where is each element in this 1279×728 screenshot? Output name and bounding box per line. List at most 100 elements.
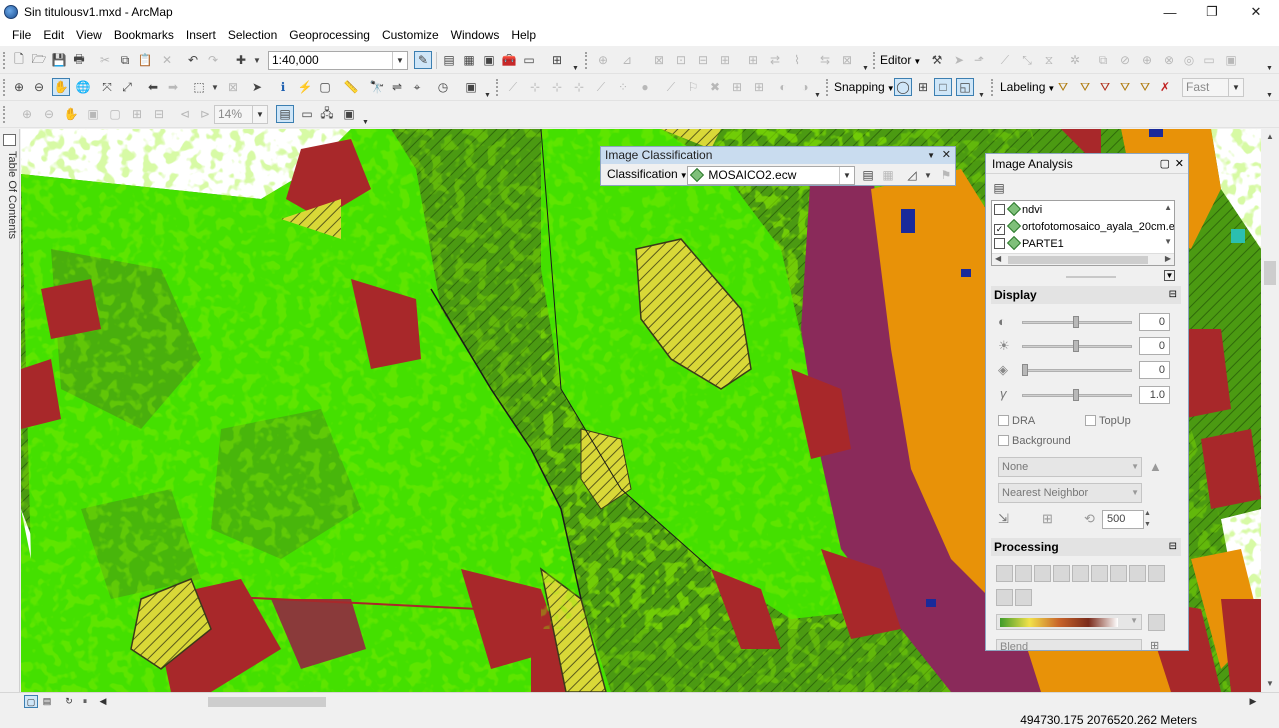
- copy-icon[interactable]: ⧉: [116, 51, 134, 69]
- collapse-section-icon[interactable]: ⊟: [1169, 538, 1177, 556]
- stretch-combo[interactable]: None ▼: [998, 457, 1142, 477]
- label-priority-icon[interactable]: ⛛: [1076, 78, 1094, 96]
- colormap-icon[interactable]: [1148, 614, 1165, 631]
- network-edge-icon[interactable]: ⟋: [662, 78, 680, 96]
- collapse-icon[interactable]: ▼: [1164, 270, 1175, 281]
- globe-nav-icon[interactable]: ◐: [774, 78, 792, 96]
- toolbar-grip[interactable]: [3, 79, 6, 96]
- classification-layer-combo[interactable]: MOSAICO2.ecw ▼: [687, 166, 855, 185]
- georef-sphere-icon[interactable]: ●: [636, 78, 654, 96]
- list-scroll-left-icon[interactable]: ◀: [995, 254, 1001, 263]
- model-builder-icon[interactable]: ⊞: [548, 51, 566, 69]
- pan-hand-icon[interactable]: ✋: [52, 78, 70, 96]
- scroll-right-icon[interactable]: ▶: [1246, 695, 1260, 708]
- list-item[interactable]: PARTE1: [994, 236, 1174, 253]
- layout-zoom-in-icon[interactable]: ⊕: [18, 105, 36, 123]
- fixed-zoom-in-layout-icon[interactable]: ⊞: [128, 105, 146, 123]
- zoom-out-icon[interactable]: ⊖: [30, 78, 48, 96]
- georef-line-icon[interactable]: ⟋: [504, 78, 522, 96]
- menu-insert[interactable]: Insert: [180, 24, 222, 46]
- menu-bookmarks[interactable]: Bookmarks: [108, 24, 180, 46]
- table-of-contents-icon[interactable]: [3, 134, 16, 146]
- clip-icon[interactable]: [996, 565, 1013, 582]
- list-scroll-thumb[interactable]: [1008, 256, 1148, 264]
- go-forward-icon[interactable]: ➡: [164, 78, 182, 96]
- topology-error-icon[interactable]: ⊞: [716, 51, 734, 69]
- pause-labeling-icon[interactable]: ⛛: [1136, 78, 1154, 96]
- menu-selection[interactable]: Selection: [222, 24, 283, 46]
- transparency-slider-thumb[interactable]: [1022, 364, 1028, 376]
- menu-file[interactable]: File: [6, 24, 37, 46]
- zoom-100-icon[interactable]: ▢: [106, 105, 124, 123]
- layout-back-icon[interactable]: ⊲: [176, 105, 194, 123]
- list-scroll-up-icon[interactable]: ▲: [1164, 203, 1172, 212]
- restore-button[interactable]: ❐: [1189, 0, 1235, 24]
- cut-polygons-icon[interactable]: ✲: [1066, 51, 1084, 69]
- clear-selection-icon[interactable]: ⊠: [224, 78, 242, 96]
- spinner-down-icon[interactable]: ▼: [1144, 520, 1151, 530]
- topology-tool-icon[interactable]: ⊠: [650, 51, 668, 69]
- attributes-icon[interactable]: ⊕: [1138, 51, 1156, 69]
- spinner-up-icon[interactable]: ▲: [1144, 509, 1151, 519]
- image-classification-title-bar[interactable]: Image Classification ▼ ✕: [601, 147, 955, 164]
- georef-link-icon[interactable]: ⊹: [570, 78, 588, 96]
- shaded-relief-icon[interactable]: [1129, 565, 1146, 582]
- map-vertical-scrollbar[interactable]: ▲ ▼: [1261, 129, 1279, 692]
- transparency-slider[interactable]: [1022, 369, 1132, 372]
- globe-fly-icon[interactable]: ◑: [796, 78, 814, 96]
- contrast-value[interactable]: 0: [1139, 313, 1170, 331]
- edge-snapping-icon[interactable]: ◱: [956, 78, 974, 96]
- toolbar-grip[interactable]: [826, 79, 829, 96]
- layout-view-icon[interactable]: ▤: [40, 695, 54, 708]
- go-to-xy-icon[interactable]: ⌖: [408, 78, 426, 96]
- straight-segment-icon[interactable]: ⬏: [970, 51, 988, 69]
- focus-data-frame-icon[interactable]: ▭: [298, 105, 316, 123]
- pan-sharpen-icon[interactable]: [1015, 589, 1032, 606]
- split-icon[interactable]: ⧉: [1094, 51, 1112, 69]
- list-horizontal-scrollbar[interactable]: ◀ ▶: [992, 253, 1174, 265]
- data-view-icon[interactable]: ▢: [24, 695, 38, 708]
- fixed-zoom-out-layout-icon[interactable]: ⊟: [150, 105, 168, 123]
- toolbar-overflow-icon[interactable]: ▼: [484, 92, 492, 100]
- network-flag-icon[interactable]: ⚐: [684, 78, 702, 96]
- georef-edit-icon[interactable]: ⟋: [592, 78, 610, 96]
- menu-edit[interactable]: Edit: [37, 24, 70, 46]
- training-sample-manager-icon[interactable]: ▤: [859, 166, 877, 184]
- create-features-icon[interactable]: ◎: [1180, 51, 1198, 69]
- blend-combo[interactable]: Blend: [996, 639, 1142, 650]
- mask-icon[interactable]: [1015, 565, 1032, 582]
- change-layout-icon[interactable]: 🖧: [318, 105, 336, 123]
- histogram-icon[interactable]: ▲: [1149, 459, 1162, 474]
- flicker-rate-icon[interactable]: ⟲: [1084, 511, 1095, 527]
- resampling-combo[interactable]: Nearest Neighbor ▼: [998, 483, 1142, 503]
- hyperlink-icon[interactable]: ⚡: [296, 78, 314, 96]
- flicker-icon[interactable]: ⊞: [1042, 511, 1053, 527]
- edit-tool-icon[interactable]: ⚒: [928, 51, 946, 69]
- search-window-icon[interactable]: ▣: [480, 51, 498, 69]
- undo-icon[interactable]: ↶: [184, 51, 202, 69]
- swipe-icon[interactable]: ⇲: [998, 511, 1009, 527]
- fixed-zoom-out-icon[interactable]: ⤢: [118, 78, 136, 96]
- vertex-snapping-icon[interactable]: □: [934, 78, 952, 96]
- add-function-icon[interactable]: ⊞: [1150, 639, 1159, 650]
- brightness-value[interactable]: 0: [1139, 337, 1170, 355]
- collapse-section-icon[interactable]: ⊟: [1169, 286, 1177, 304]
- labeling-menu[interactable]: Labeling ▼: [1000, 78, 1055, 98]
- georef-node-icon[interactable]: ⊹: [526, 78, 544, 96]
- editor-menu[interactable]: Editor ▼: [880, 51, 921, 71]
- print-icon[interactable]: 🖶: [70, 51, 88, 69]
- gamma-value[interactable]: 1.0: [1139, 386, 1170, 404]
- sketch-properties-icon[interactable]: ⊗: [1160, 51, 1178, 69]
- select-elements-icon[interactable]: ➤: [248, 78, 266, 96]
- topology-edit-icon[interactable]: ⊡: [672, 51, 690, 69]
- draw-polygon-icon[interactable]: ▦: [879, 166, 897, 184]
- arctoolbox-icon[interactable]: 🧰: [500, 51, 518, 69]
- select-dropdown-icon[interactable]: ▼: [206, 78, 224, 96]
- list-scroll-right-icon[interactable]: ▶: [1165, 254, 1171, 263]
- toolbar-grip[interactable]: [585, 52, 588, 69]
- view-unplaced-labels-icon[interactable]: ✗: [1156, 78, 1174, 96]
- refresh-icon[interactable]: ↻: [62, 695, 76, 708]
- menu-view[interactable]: View: [70, 24, 108, 46]
- toolbar-overflow-icon[interactable]: ▼: [572, 65, 580, 73]
- network-barrier-icon[interactable]: ✖: [706, 78, 724, 96]
